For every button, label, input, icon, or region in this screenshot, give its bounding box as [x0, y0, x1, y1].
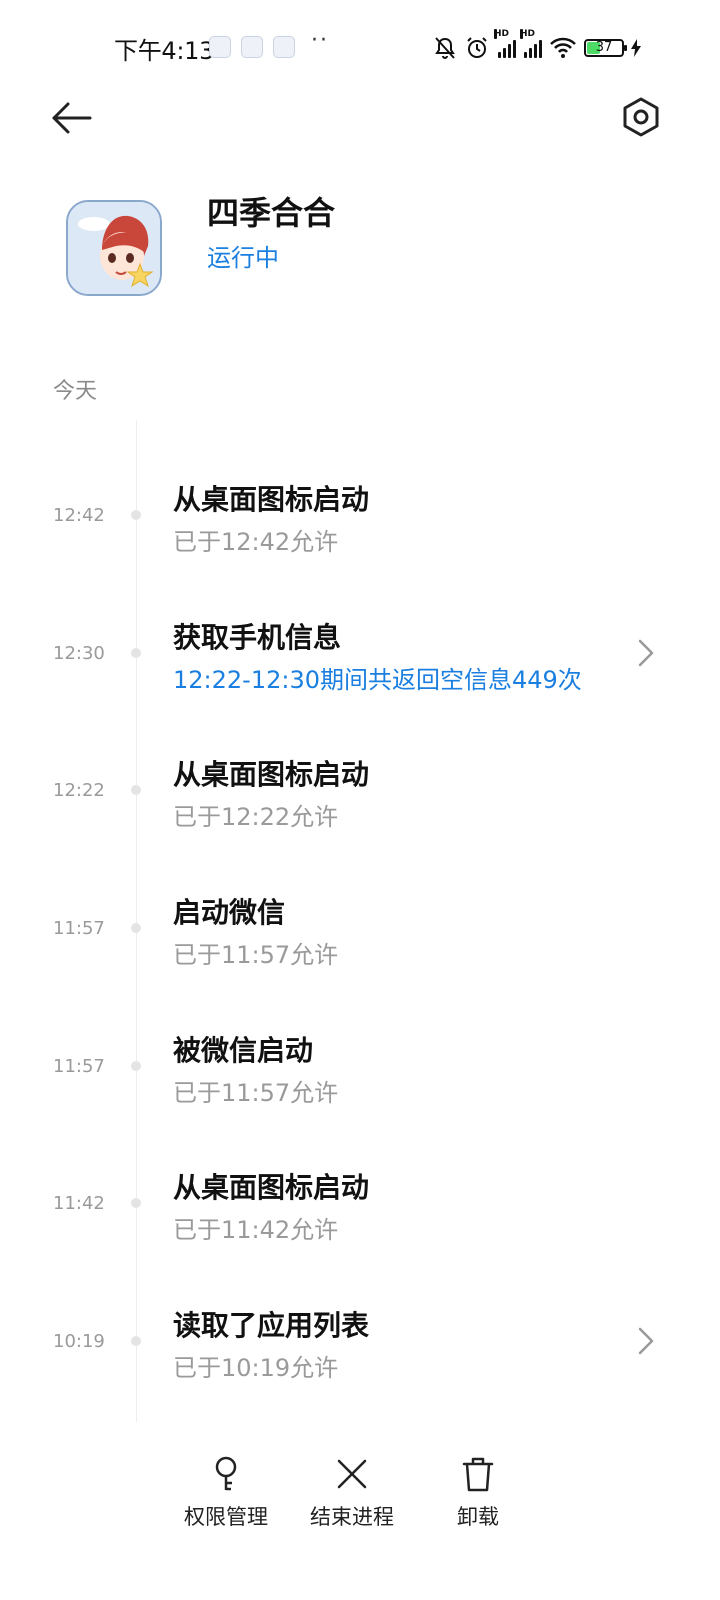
- timeline-title: 从桌面图标启动: [173, 758, 370, 791]
- uninstall-label: 卸载: [457, 1505, 499, 1529]
- cellular-signal-icon: HD: [494, 29, 516, 58]
- status-time: 下午4:13: [114, 37, 215, 65]
- notification-app-icon: [209, 36, 231, 58]
- more-notifications-dots: ··: [311, 28, 329, 53]
- app-running-status: 运行中: [207, 244, 279, 272]
- timeline-dot: [131, 785, 141, 795]
- status-bar: 下午4:13 ·· HD HD 37: [0, 0, 720, 95]
- timeline-time: 10:19: [53, 1331, 105, 1352]
- timeline-item-read-app-list[interactable]: 10:19 读取了应用列表 已于10:19允许: [0, 1296, 720, 1406]
- chevron-right-icon[interactable]: [636, 638, 656, 668]
- back-button[interactable]: [50, 98, 94, 138]
- anime-avatar-icon: [68, 202, 160, 294]
- timeline-subtitle: 已于12:22允许: [173, 803, 339, 831]
- settings-button[interactable]: [620, 96, 662, 138]
- app-name: 四季合合: [207, 194, 336, 232]
- timeline-dot: [131, 648, 141, 658]
- hexagon-gear-icon: [623, 97, 659, 137]
- charging-bolt-icon: [631, 39, 641, 57]
- permissions-label: 权限管理: [184, 1505, 268, 1529]
- cellular-signal-icon: HD: [520, 29, 542, 58]
- system-status-icons: HD HD 37: [432, 29, 642, 62]
- timeline-dot: [131, 923, 141, 933]
- timeline-time: 12:30: [53, 643, 105, 664]
- key-icon: [215, 1456, 237, 1491]
- wifi-icon: [550, 37, 576, 58]
- timeline-dot: [131, 1336, 141, 1346]
- notification-app-icon: [273, 36, 295, 58]
- timeline-title: 获取手机信息: [173, 621, 342, 654]
- timeline-time: 11:57: [53, 1056, 105, 1077]
- timeline-item-get-phone-info[interactable]: 12:30 获取手机信息 12:22-12:30期间共返回空信息449次: [0, 608, 720, 718]
- timeline-title: 读取了应用列表: [173, 1309, 370, 1342]
- timeline-dot: [131, 1198, 141, 1208]
- timeline-item: 11:42 从桌面图标启动 已于11:42允许: [0, 1158, 720, 1268]
- app-icon: [66, 200, 162, 296]
- app-behavior-record-page: 下午4:13 ·· HD HD 37 四季合合 运行中 今天 12:42 从桌面…: [0, 0, 720, 1600]
- timeline-item: 11:57 被微信启动 已于11:57允许: [0, 1021, 720, 1131]
- timeline-dot: [131, 510, 141, 520]
- uninstall-button[interactable]: 卸载: [423, 1455, 533, 1535]
- close-x-icon: [337, 1459, 367, 1489]
- end-process-label: 结束进程: [310, 1505, 394, 1529]
- timeline-time: 12:42: [53, 505, 105, 526]
- timeline-time: 11:57: [53, 918, 105, 939]
- timeline-subtitle: 已于11:57允许: [173, 1079, 339, 1107]
- timeline-subtitle: 已于11:57允许: [173, 941, 339, 969]
- mute-bell-icon: [435, 37, 455, 59]
- arrow-left-icon: [52, 102, 92, 134]
- timeline-subtitle: 已于10:19允许: [173, 1354, 339, 1382]
- timeline-item: 11:57 启动微信 已于11:57允许: [0, 883, 720, 993]
- timeline-subtitle: 已于12:42允许: [173, 528, 339, 556]
- timeline-time: 11:42: [53, 1193, 105, 1214]
- notification-app-icon: [241, 36, 263, 58]
- battery-icon: 37: [584, 39, 627, 57]
- trash-icon: [462, 1457, 494, 1492]
- timeline-subtitle: 已于11:42允许: [173, 1216, 339, 1244]
- section-label-today: 今天: [53, 379, 98, 404]
- end-process-button[interactable]: 结束进程: [297, 1455, 407, 1535]
- timeline-item: 12:42 从桌面图标启动 已于12:42允许: [0, 470, 720, 580]
- chevron-right-icon[interactable]: [636, 1326, 656, 1356]
- notification-icons: [209, 36, 295, 58]
- timeline-item: 12:22 从桌面图标启动 已于12:22允许: [0, 745, 720, 855]
- timeline-title: 从桌面图标启动: [173, 483, 370, 516]
- alarm-clock-icon: [467, 37, 487, 58]
- timeline-dot: [131, 1061, 141, 1071]
- permissions-button[interactable]: 权限管理: [171, 1455, 281, 1535]
- timeline-time: 12:22: [53, 780, 105, 801]
- timeline-subtitle-link: 12:22-12:30期间共返回空信息449次: [173, 666, 582, 694]
- timeline-title: 被微信启动: [173, 1034, 314, 1067]
- timeline-title: 从桌面图标启动: [173, 1171, 370, 1204]
- timeline-title: 启动微信: [173, 896, 286, 929]
